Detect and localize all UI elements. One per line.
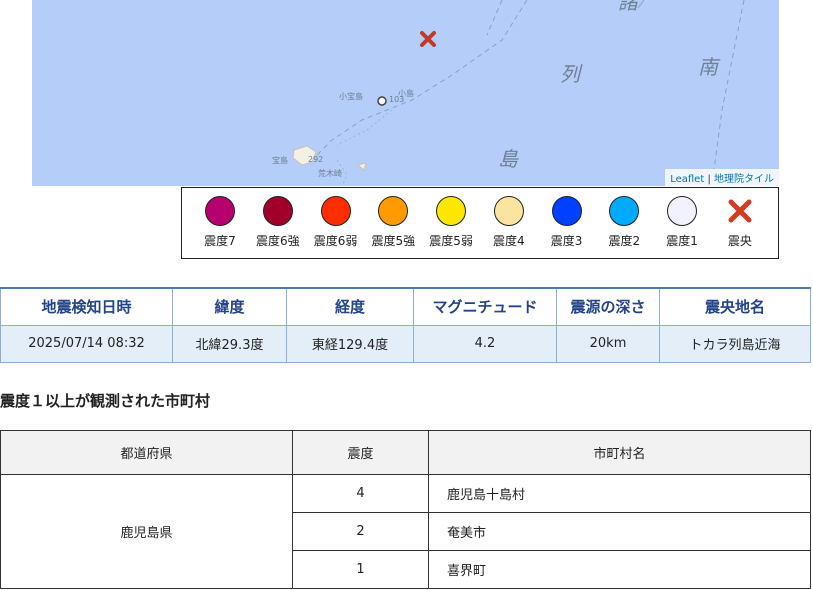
legend-swatch [262,196,293,226]
header-detection-time: 地震検知日時 [0,287,173,326]
cell-city: 喜界町 [428,550,811,589]
legend-label: 震度4 [493,234,525,248]
legend-item-shindo-4: 震度4 [481,196,537,258]
epicenter-marker-icon[interactable] [419,30,437,48]
cross-icon [725,196,755,226]
tiles-link[interactable]: 地理院タイル [714,174,774,185]
map-label-top: 諸 [618,0,638,14]
value-depth: 20km [556,324,660,363]
map-label-kodakara: 小宝島 [339,92,363,101]
legend-item-shindo-3: 震度3 [539,196,595,258]
map-label-takara: 宝島 [272,156,288,165]
legend-item-shindo-5-weak: 震度5弱 [423,196,479,258]
observations-table: 都道府県 震度 市町村名 鹿児島県 4 鹿児島十島村 2 奄美市 1 喜界町 [0,430,811,589]
legend-swatch [320,196,351,226]
legend-swatch [609,196,640,226]
legend-label: 震度5弱 [429,234,473,248]
legend-label: 震度6強 [255,234,300,248]
legend-swatch [205,196,235,226]
cell-city: 奄美市 [428,512,811,551]
legend-item-shindo-7: 震度7 [192,196,248,258]
cell-intensity: 2 [292,512,429,551]
legend-swatch [667,196,698,226]
header-epicenter-name: 震央地名 [659,287,811,326]
map-label-shima: 島 [498,147,518,171]
map-label-elev-103: 103 [389,95,405,104]
cell-intensity: 1 [292,550,429,589]
legend-label: 震度3 [550,234,583,248]
legend-label: 震度5強 [371,234,416,248]
legend-label: 震央 [727,234,752,248]
value-magnitude: 4.2 [413,324,557,363]
legend-item-shindo-5-strong: 震度5強 [365,196,421,258]
legend-item-epicenter: 震央 [712,196,768,258]
header-longitude: 経度 [286,287,414,326]
header-prefecture: 都道府県 [0,430,293,475]
value-latitude: 北緯29.3度 [172,324,287,363]
leaflet-link[interactable]: Leaflet [670,174,704,185]
header-city: 市町村名 [428,430,811,475]
legend-label: 震度2 [608,234,641,248]
cell-city: 鹿児島十島村 [428,474,811,513]
section-title: 震度１以上が観測された市町村 [0,392,211,410]
legend-item-shindo-6-weak: 震度6弱 [308,196,364,258]
header-depth: 震源の深さ [556,287,660,326]
legend-swatch [436,196,467,226]
legend-swatch [493,196,524,226]
quake-info-header-row: 地震検知日時 緯度 経度 マグニチュード 震源の深さ 震央地名 [0,287,811,326]
legend-swatch [551,196,582,226]
header-magnitude: マグニチュード [413,287,557,326]
legend-swatch [378,196,409,226]
legend-item-shindo-1: 震度1 [654,196,710,258]
value-longitude: 東経129.4度 [286,324,414,363]
map-label-retsu: 列 [560,62,580,86]
header-latitude: 緯度 [172,287,287,326]
map-label-arakizaki: 荒木崎 [318,169,342,178]
value-epicenter-name: トカラ列島近海 [659,324,811,363]
map-attribution: Leaflet | 地理院タイル [665,169,779,186]
cell-intensity: 4 [292,474,429,513]
map-label-minami: 南 [698,55,718,79]
map-label-elev-292: 292 [308,155,324,164]
value-detection-time: 2025/07/14 08:32 [0,324,173,363]
attribution-separator: | [704,174,714,185]
observations-header-row: 都道府県 震度 市町村名 [0,430,811,475]
legend-label: 震度7 [204,234,236,248]
legend-label: 震度1 [666,234,698,248]
cell-prefecture: 鹿児島県 [0,474,293,589]
quake-info-table: 地震検知日時 緯度 経度 マグニチュード 震源の深さ 震央地名 2025/07/… [0,287,811,363]
legend-item-shindo-2: 震度2 [596,196,652,258]
legend-label: 震度6弱 [313,234,358,248]
header-intensity: 震度 [292,430,429,475]
quake-info-row: 2025/07/14 08:32 北緯29.3度 東経129.4度 4.2 20… [0,324,811,363]
map[interactable]: 列 島 南 諸 小宝島 小島 103 宝島 292 荒木崎 Leaflet | … [32,0,779,186]
table-row: 鹿児島県 4 鹿児島十島村 [0,474,811,589]
intensity-legend: 震度7 震度6強 震度6弱 震度5強 震度5弱 震度4 震度3 震度2 震度1 [181,187,779,259]
legend-item-shindo-6-strong: 震度6強 [250,196,306,258]
